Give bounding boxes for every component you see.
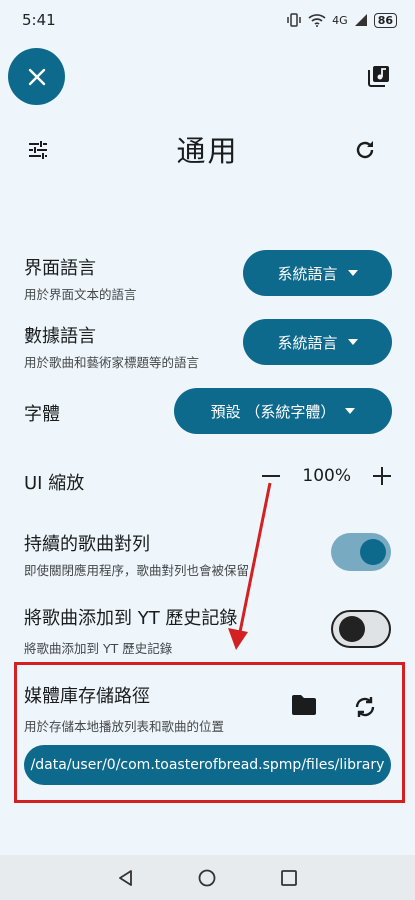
chevron-down-icon bbox=[347, 270, 358, 276]
ui-scale-value: 100% bbox=[302, 466, 351, 486]
vibrate-icon bbox=[287, 13, 301, 27]
close-icon bbox=[28, 68, 45, 85]
interface-language-dropdown[interactable]: 系統語言 bbox=[243, 250, 392, 296]
yt-history-toggle[interactable] bbox=[331, 610, 391, 648]
home-icon[interactable] bbox=[198, 869, 216, 887]
toggle-knob bbox=[339, 616, 365, 642]
status-icons: 4G 86 bbox=[286, 12, 397, 28]
increase-scale-button[interactable] bbox=[373, 467, 391, 485]
back-icon[interactable] bbox=[117, 869, 135, 887]
music-library-icon bbox=[368, 66, 389, 87]
refresh-icon bbox=[356, 141, 374, 159]
status-time: 5:41 bbox=[22, 11, 56, 29]
annotation-highlight-box bbox=[14, 662, 405, 803]
font-dropdown[interactable]: 預設 （系統字體） bbox=[174, 388, 392, 434]
font-value: 預設 （系統字體） bbox=[210, 402, 336, 421]
close-button[interactable] bbox=[8, 48, 65, 105]
data-language-dropdown[interactable]: 系統語言 bbox=[243, 319, 392, 365]
status-bar: 5:41 4G 86 bbox=[0, 0, 415, 40]
battery-indicator: 86 bbox=[373, 12, 397, 28]
reset-button[interactable] bbox=[353, 138, 377, 162]
persistent-queue-toggle[interactable] bbox=[331, 533, 391, 571]
decrease-scale-button[interactable] bbox=[262, 475, 281, 477]
data-language-value: 系統語言 bbox=[277, 333, 338, 352]
recents-icon[interactable] bbox=[280, 869, 298, 887]
wifi-icon bbox=[308, 14, 326, 27]
navigation-bar bbox=[0, 855, 415, 900]
chevron-down-icon bbox=[347, 339, 358, 345]
interface-language-value: 系統語言 bbox=[277, 264, 338, 283]
signal-icon bbox=[354, 14, 367, 26]
ui-scale-controls: 100% bbox=[262, 466, 391, 486]
library-button[interactable] bbox=[367, 64, 391, 88]
chevron-down-icon bbox=[345, 408, 356, 414]
network-type: 4G bbox=[332, 13, 348, 27]
toggle-knob bbox=[360, 539, 386, 565]
